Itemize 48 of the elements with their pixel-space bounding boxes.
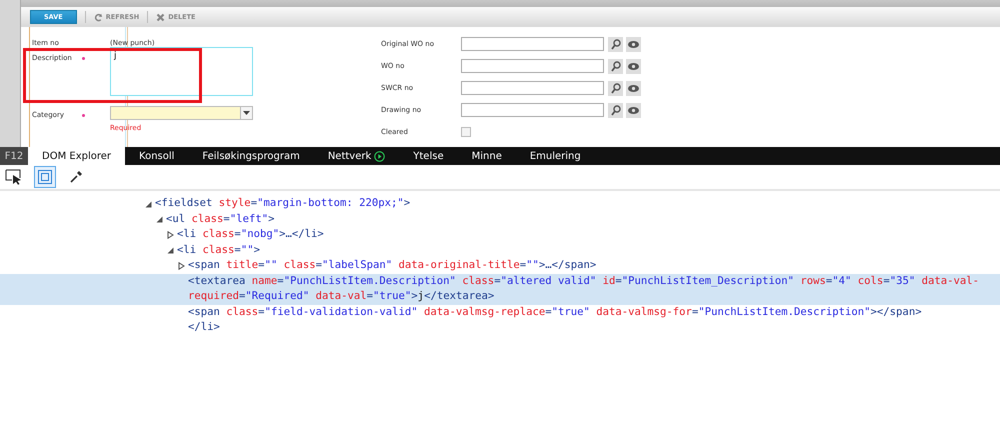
search-icon[interactable] bbox=[608, 36, 623, 52]
play-icon bbox=[374, 150, 386, 162]
devtools-tab[interactable]: Emulering bbox=[516, 147, 595, 165]
dom-node-row[interactable]: </li> bbox=[0, 320, 1000, 336]
refresh-icon bbox=[94, 12, 103, 22]
code-line: <li class=""> bbox=[177, 242, 261, 258]
dom-node-row[interactable]: <span title="" class="labelSpan" data-original-title="">…</span> bbox=[0, 258, 1000, 274]
f12-label: F12 bbox=[0, 147, 28, 165]
devtools-tab[interactable]: Konsoll bbox=[125, 147, 188, 165]
code-line: <fieldset style="margin-bottom: 220px;"> bbox=[155, 196, 412, 211]
caret-icon[interactable] bbox=[167, 246, 174, 254]
dom-node-row[interactable]: <li class=""> bbox=[0, 242, 1000, 258]
code-line: <span title="" class="labelSpan" data-original-title="">…</span> bbox=[188, 258, 598, 273]
search-icon[interactable] bbox=[608, 102, 623, 118]
caret-icon[interactable] bbox=[178, 262, 185, 270]
eye-icon[interactable] bbox=[626, 36, 641, 52]
search-icon[interactable] bbox=[608, 80, 623, 96]
dom-node-row[interactable]: <span class="field-validation-valid" data-valmsg-replace="true" data-valmsg-for="PunchListItem.Description"></span> bbox=[0, 304, 1000, 320]
input-field[interactable] bbox=[461, 103, 604, 117]
input-field[interactable] bbox=[461, 81, 604, 95]
caret-icon[interactable] bbox=[145, 200, 152, 208]
code-line: <ul class="left"> bbox=[166, 212, 276, 226]
devtools-tab[interactable]: Minne bbox=[458, 147, 516, 165]
code-line: <li class="nobg">…</li> bbox=[177, 227, 325, 242]
code-line: </li> bbox=[188, 320, 221, 335]
code-line: <span class="field-validation-valid" data-valmsg-replace="true" data-valmsg-for="PunchListItem.Description"></span> bbox=[188, 304, 923, 320]
dom-node-row[interactable]: <li class="nobg">…</li> bbox=[0, 227, 1000, 242]
description-field[interactable]: j bbox=[110, 47, 253, 96]
eye-icon[interactable] bbox=[626, 102, 641, 118]
eye-icon[interactable] bbox=[626, 80, 641, 96]
search-icon[interactable] bbox=[608, 58, 623, 74]
caret-icon[interactable] bbox=[156, 215, 163, 224]
caret-icon[interactable] bbox=[167, 230, 174, 239]
dom-node-row[interactable]: <fieldset style="margin-bottom: 220px;"> bbox=[0, 196, 1000, 212]
dom-node-row[interactable]: <ul class="left"> bbox=[0, 212, 1000, 227]
nested-squares-icon[interactable] bbox=[34, 166, 56, 188]
devtools-tab[interactable]: Ytelse bbox=[399, 147, 458, 165]
devtools-tab[interactable]: DOM Explorer bbox=[28, 147, 126, 165]
devtools-tab[interactable]: Feilsøkingsprogram bbox=[188, 147, 314, 165]
devtools-tab[interactable]: Nettverk bbox=[314, 147, 400, 165]
dom-node-row[interactable]: <textarea name="PunchListItem.Description" class="altered valid" id="PunchListItem_Description" rows="4" cols="35" data-val-required="Required" data-val="true">j</textarea> bbox=[0, 274, 1000, 304]
checkbox[interactable] bbox=[461, 127, 471, 137]
input-field[interactable] bbox=[461, 59, 604, 73]
code-line: <textarea name="PunchListItem.Description" class="altered valid" id="PunchListItem_Description" rows="4" cols="35" data-val-required="Required" data-val="true">j</textarea> bbox=[188, 274, 980, 304]
x-icon bbox=[156, 12, 166, 22]
caret-icon bbox=[243, 111, 250, 115]
input-field[interactable] bbox=[461, 37, 604, 51]
eye-icon[interactable] bbox=[626, 58, 641, 74]
